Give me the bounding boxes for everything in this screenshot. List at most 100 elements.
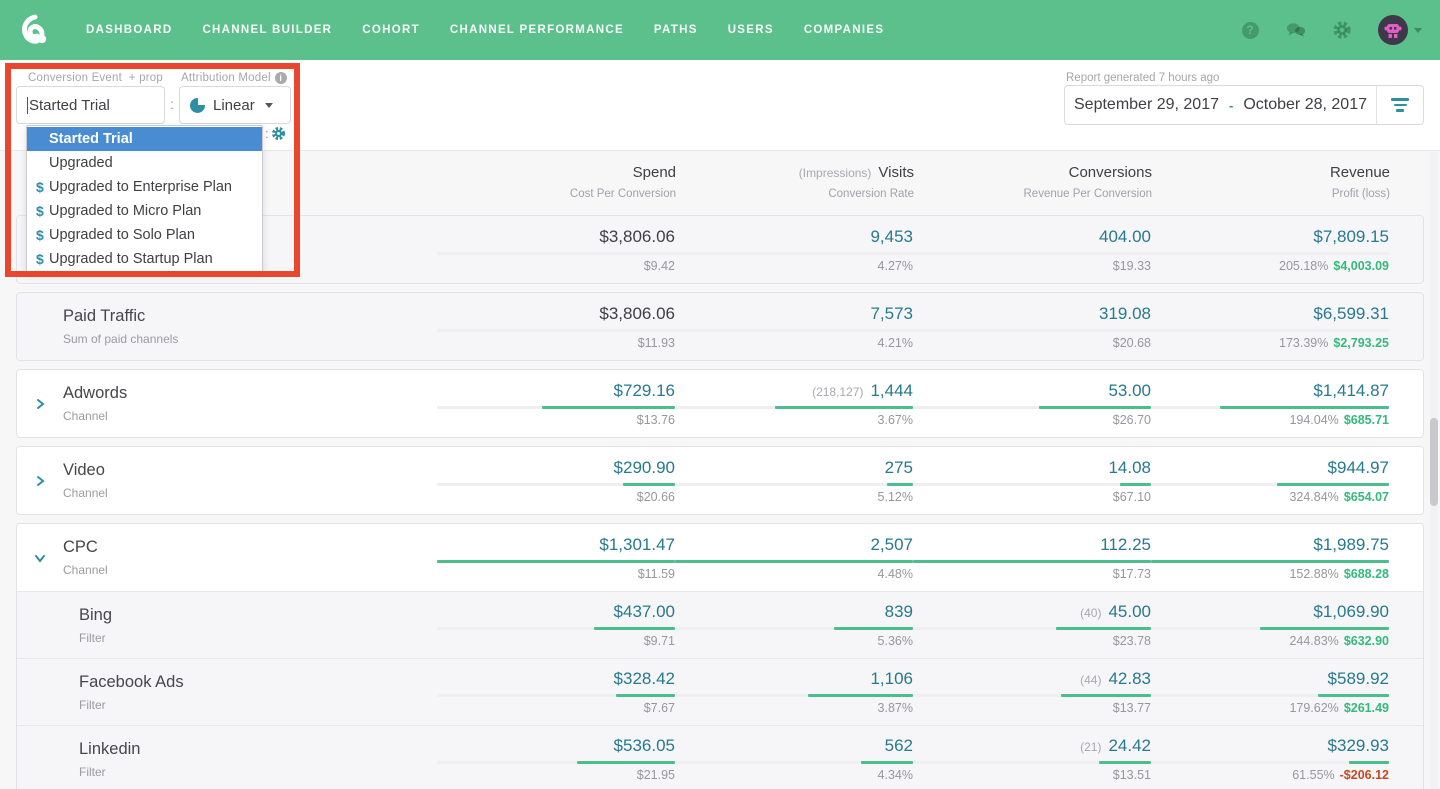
- profit-value: $632.90: [1344, 634, 1389, 648]
- header-main-label[interactable]: Conversions: [1069, 164, 1152, 181]
- revenue-value: $944.97: [1328, 458, 1389, 478]
- spend-bar: [437, 761, 675, 764]
- revenue-value: $6,599.31: [1313, 304, 1389, 324]
- expand-chevron-right-icon[interactable]: [17, 398, 63, 410]
- bar-fill: [1099, 761, 1151, 764]
- date-range-picker[interactable]: September 29, 2017 - October 28, 2017: [1064, 85, 1424, 125]
- dropdown-option-upgraded-to-micro-plan[interactable]: $Upgraded to Micro Plan: [27, 199, 262, 223]
- header-sub-label: Conversion Rate: [828, 188, 914, 200]
- visits-pre-value: (218,127): [812, 385, 863, 399]
- dropdown-option-upgraded-to-startup-plan[interactable]: $Upgraded to Startup Plan: [27, 247, 262, 271]
- table-row-linkedin[interactable]: LinkedinFilter$536.05$21.955624.34%(21)2…: [17, 725, 1423, 789]
- nav-menu: DASHBOARD CHANNEL BUILDER COHORT CHANNEL PE…: [86, 24, 884, 36]
- spend-value: $328.42: [614, 669, 675, 689]
- conversions-bar: [913, 694, 1151, 697]
- spend-cell: $1,301.47$11.59: [437, 535, 675, 581]
- chat-icon[interactable]: [1286, 20, 1306, 40]
- info-icon[interactable]: i: [275, 72, 287, 84]
- add-prop-link[interactable]: + prop: [129, 72, 163, 84]
- nav-item-cohort[interactable]: COHORT: [362, 24, 420, 36]
- visits-sub-value: 4.21%: [878, 336, 913, 350]
- table-row-video[interactable]: VideoChannel$290.90$20.662755.12%14.08$6…: [17, 447, 1423, 514]
- revenue-bar: [1151, 329, 1389, 332]
- conversions-value: 24.42: [1108, 736, 1151, 756]
- spend-sub-value: $11.93: [638, 336, 675, 350]
- app-logo-icon[interactable]: [18, 12, 54, 48]
- row-title: Facebook Ads: [79, 673, 437, 692]
- nav-item-dashboard[interactable]: DASHBOARD: [86, 24, 172, 36]
- spend-value: $290.90: [614, 458, 675, 478]
- spend-bar: [437, 252, 675, 255]
- conversions-pre-value: (40): [1080, 606, 1101, 620]
- table-row-paid-traffic[interactable]: Paid TrafficSum of paid channels$3,806.0…: [17, 293, 1423, 360]
- bar-fill: [1061, 694, 1151, 697]
- date-start[interactable]: September 29, 2017: [1074, 96, 1219, 114]
- dropdown-option-upgraded-to-solo-plan[interactable]: $Upgraded to Solo Plan: [27, 223, 262, 247]
- profit-value: $654.07: [1344, 490, 1389, 504]
- dropdown-option-label: Upgraded to Micro Plan: [49, 203, 201, 219]
- expand-chevron-right-icon[interactable]: [17, 475, 63, 487]
- nav-item-companies[interactable]: COMPANIES: [804, 24, 885, 36]
- page: DASHBOARD CHANNEL BUILDER COHORT CHANNEL PE…: [0, 0, 1440, 789]
- expand-chevron-down-icon[interactable]: [17, 552, 63, 564]
- conversions-bar: [913, 406, 1151, 409]
- visits-sub-value: 5.36%: [878, 634, 913, 648]
- row-name-block: VideoChannel: [63, 461, 437, 500]
- attribution-model-select[interactable]: Linear: [179, 86, 291, 124]
- nav-right: ?: [1240, 15, 1422, 45]
- header-main-label[interactable]: Spend: [633, 164, 676, 181]
- settings-gear-icon[interactable]: [1332, 20, 1352, 40]
- revenue-cell: $329.9361.55%-$206.12: [1151, 736, 1389, 782]
- row-settings-gear-icon[interactable]: [271, 126, 286, 141]
- date-end[interactable]: October 28, 2017: [1243, 96, 1367, 114]
- revenue-cell: $7,809.15205.18%$4,003.09: [1151, 227, 1389, 273]
- header-main-label[interactable]: Visits: [878, 164, 914, 181]
- bar-fill: [623, 483, 675, 486]
- help-icon[interactable]: ?: [1240, 20, 1260, 40]
- spend-sub-value: $9.42: [644, 259, 675, 273]
- row-subtitle: Channel: [63, 409, 437, 423]
- visits-value: 7,573: [870, 304, 913, 324]
- visits-bar: [675, 483, 913, 486]
- spend-value: $3,806.06: [599, 304, 675, 324]
- revenue-bar: [1151, 694, 1389, 697]
- date-options-icon[interactable]: [1377, 98, 1423, 112]
- spend-cell: $536.05$21.95: [437, 736, 675, 782]
- dropdown-option-upgraded-to-enterprise-plan[interactable]: $Upgraded to Enterprise Plan: [27, 175, 262, 199]
- bar-fill: [775, 406, 913, 409]
- dropdown-option-started-trial[interactable]: Started Trial: [27, 127, 262, 151]
- nav-item-paths[interactable]: PATHS: [654, 24, 698, 36]
- visits-bar: [675, 761, 913, 764]
- visits-bar: [675, 329, 913, 332]
- row-card: Paid TrafficSum of paid channels$3,806.0…: [16, 292, 1424, 361]
- conversions-bar: [913, 627, 1151, 630]
- nav-item-channel-builder[interactable]: CHANNEL BUILDER: [202, 24, 332, 36]
- visits-cell: 5624.34%: [675, 736, 913, 782]
- conversion-event-input[interactable]: Started Trial: [16, 86, 165, 124]
- visits-cell: 7,573 4.21%: [675, 304, 913, 350]
- conversions-value: 404.00: [1099, 227, 1151, 247]
- profit-value: -$206.12: [1340, 768, 1389, 782]
- header-main-label[interactable]: Revenue: [1330, 164, 1390, 181]
- row-name-block: Facebook AdsFilter: [63, 673, 437, 712]
- dollar-icon: $: [36, 251, 44, 267]
- visits-sub-value: 4.48%: [878, 567, 913, 581]
- table-row-cpc[interactable]: CPCChannel$1,301.47$11.592,5074.48%112.2…: [17, 524, 1423, 591]
- nav-item-channel-performance[interactable]: CHANNEL PERFORMANCE: [450, 24, 624, 36]
- table-row-bing[interactable]: BingFilter$437.00$9.718395.36%(40)45.00$…: [17, 591, 1423, 658]
- conversions-cell: 53.00$26.70: [913, 381, 1151, 427]
- row-subtitle: Filter: [79, 631, 437, 645]
- dropdown-option-upgraded[interactable]: Upgraded: [27, 151, 262, 175]
- user-menu[interactable]: [1378, 15, 1422, 45]
- scrollbar-thumb[interactable]: [1430, 418, 1438, 506]
- nav-item-users[interactable]: USERS: [728, 24, 774, 36]
- conversions-sub-value: $13.77: [1113, 701, 1151, 715]
- visits-bar: [675, 252, 913, 255]
- row-name-block: BingFilter: [63, 606, 437, 645]
- revenue-value: $1,069.90: [1313, 602, 1389, 622]
- table-row-adwords[interactable]: AdwordsChannel$729.16$13.76(218,127)1,44…: [17, 370, 1423, 437]
- revenue-bar: [1151, 483, 1389, 486]
- spend-bar: [437, 694, 675, 697]
- spend-sub-value: $21.95: [637, 768, 675, 782]
- table-row-facebook-ads[interactable]: Facebook AdsFilter$328.42$7.671,1063.87%…: [17, 658, 1423, 725]
